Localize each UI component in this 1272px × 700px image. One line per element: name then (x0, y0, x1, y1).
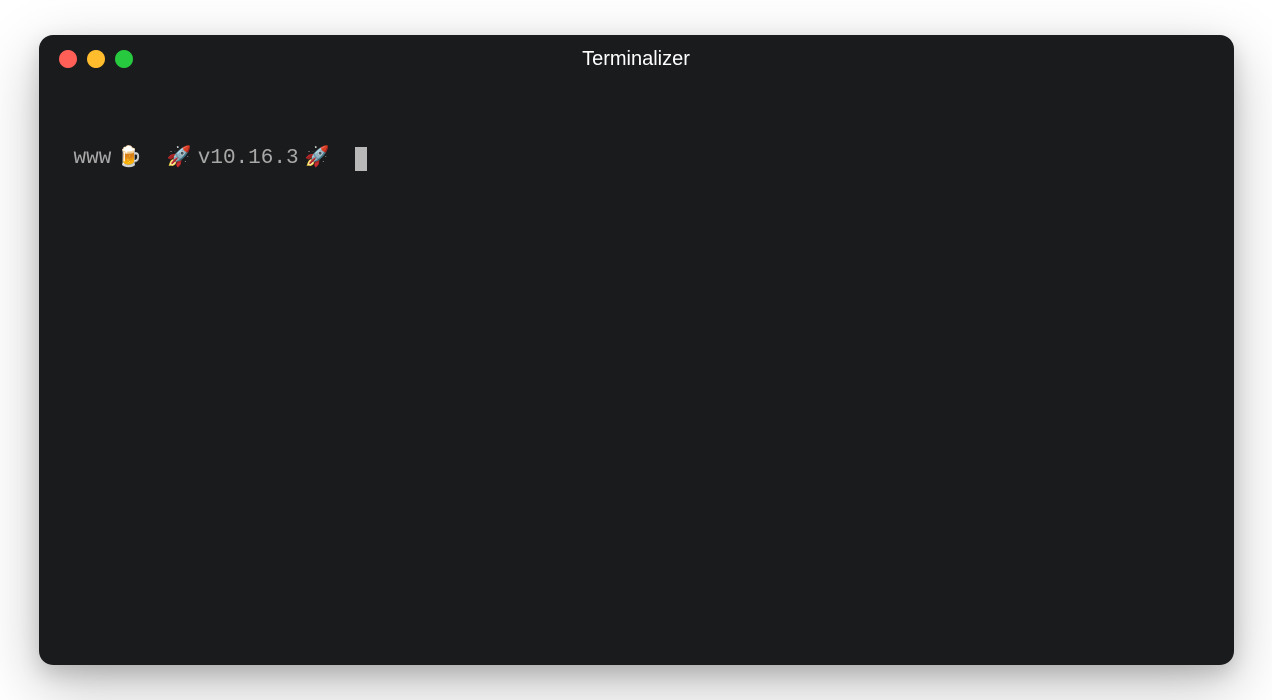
terminal-cursor (355, 147, 367, 171)
close-button[interactable] (59, 50, 77, 68)
rocket-icon: 🚀 (305, 144, 330, 174)
maximize-button[interactable] (115, 50, 133, 68)
terminal-window: Terminalizer www 🍺 🚀 v10.16.3 🚀 (39, 35, 1234, 665)
prompt-cwd: www (74, 143, 112, 175)
title-bar: Terminalizer (39, 35, 1234, 83)
window-title: Terminalizer (582, 48, 690, 71)
rocket-icon: 🚀 (167, 144, 192, 174)
minimize-button[interactable] (87, 50, 105, 68)
prompt-version: v10.16.3 (198, 143, 299, 175)
traffic-lights (59, 50, 133, 68)
beer-icon: 🍺 (117, 144, 142, 174)
prompt-line: www 🍺 🚀 v10.16.3 🚀 (74, 143, 1199, 175)
terminal-body[interactable]: www 🍺 🚀 v10.16.3 🚀 (39, 83, 1234, 665)
